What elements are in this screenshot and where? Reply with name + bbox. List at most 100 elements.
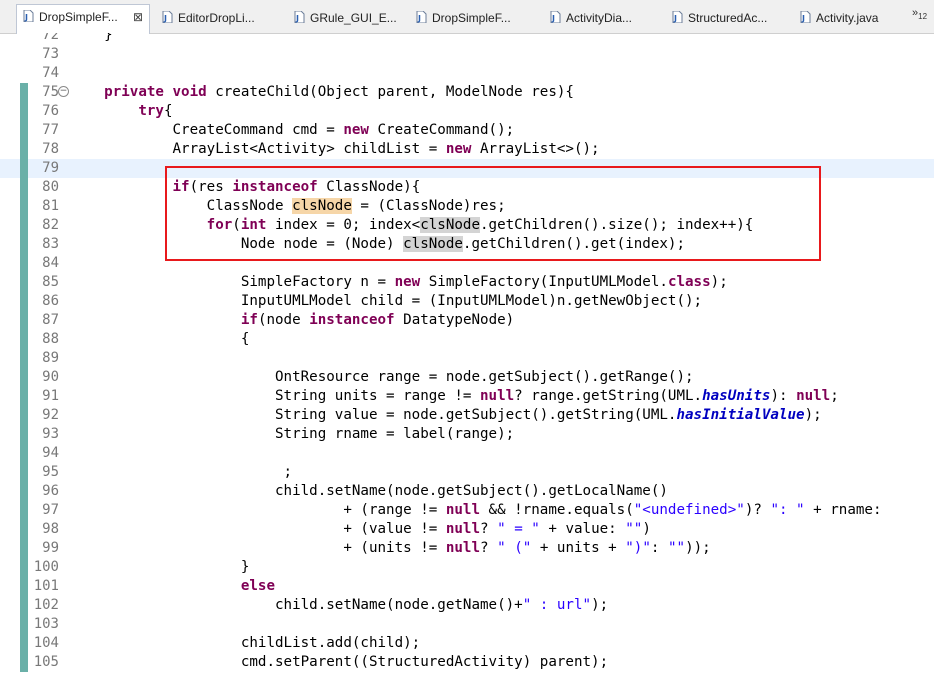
token-str: "<undefined>"	[633, 502, 745, 518]
token: :	[650, 540, 668, 556]
code-line[interactable]: 74	[0, 64, 934, 83]
change-marker	[20, 254, 28, 273]
code-line[interactable]: 72 }	[0, 33, 934, 45]
line-number: 80	[42, 179, 59, 195]
code-text[interactable]: + (value != null? " = " + value: "")	[70, 520, 651, 539]
change-marker	[20, 653, 28, 672]
token: {	[70, 331, 250, 347]
tab-overflow-button[interactable]: »12	[912, 7, 927, 21]
change-marker	[20, 330, 28, 349]
code-line[interactable]: 91 String units = range != null? range.g…	[0, 387, 934, 406]
code-text[interactable]: ArrayList<Activity> childList = new Arra…	[70, 140, 599, 159]
code-line[interactable]: 94	[0, 444, 934, 463]
line-number: 79	[42, 160, 59, 176]
change-marker	[20, 311, 28, 330]
tab-grule-gui-e[interactable]: J GRule_GUI_E...	[288, 6, 400, 30]
fold-toggle-icon[interactable]: −	[58, 86, 69, 97]
code-text[interactable]: String value = node.getSubject().getStri…	[70, 406, 822, 425]
code-text[interactable]: private void createChild(Object parent, …	[70, 83, 574, 102]
code-text[interactable]: SimpleFactory n = new SimpleFactory(Inpu…	[70, 273, 728, 292]
java-file-icon: J	[162, 11, 173, 23]
code-text[interactable]: OntResource range = node.getSubject().ge…	[70, 368, 694, 387]
code-line[interactable]: 101 else	[0, 577, 934, 596]
change-marker	[20, 121, 28, 140]
code-editor[interactable]: 72 } 73 74 75− private void createChild(Obj…	[0, 33, 934, 675]
token: + (units !=	[70, 540, 446, 556]
tab-label: ActivityDia...	[566, 11, 633, 25]
close-icon[interactable]: ⊠	[133, 6, 143, 28]
code-line[interactable]: 96 child.setName(node.getSubject().getLo…	[0, 482, 934, 501]
code-text[interactable]: }	[70, 33, 113, 45]
tab-editor-drop-li[interactable]: J EditorDropLi...	[156, 6, 278, 30]
token: ):	[770, 388, 797, 404]
code-text[interactable]: ;	[70, 463, 293, 482]
token: {	[163, 103, 173, 119]
code-line[interactable]: 73	[0, 45, 934, 64]
code-line[interactable]: 103	[0, 615, 934, 634]
line-number: 81	[42, 198, 59, 214]
code-line[interactable]: 93 String rname = label(range);	[0, 425, 934, 444]
code-line[interactable]: 95 ;	[0, 463, 934, 482]
line-number: 96	[42, 483, 59, 499]
code-text[interactable]: else	[70, 577, 275, 596]
code-line[interactable]: 87 if(node instanceof DatatypeNode)	[0, 311, 934, 330]
code-text[interactable]: {	[70, 330, 250, 349]
code-line[interactable]: 92 String value = node.getSubject().getS…	[0, 406, 934, 425]
code-text[interactable]: child.setName(node.getName()+" : url");	[70, 596, 608, 615]
code-line[interactable]: 90 OntResource range = node.getSubject()…	[0, 368, 934, 387]
token-kw: null	[480, 388, 515, 404]
code-line[interactable]: 89	[0, 349, 934, 368]
token: ?	[480, 521, 498, 537]
java-file-icon: J	[550, 11, 561, 23]
code-line[interactable]: 104 childList.add(child);	[0, 634, 934, 653]
code-text[interactable]: CreateCommand cmd = new CreateCommand();	[70, 121, 514, 140]
code-text[interactable]: try{	[70, 102, 173, 121]
token-cst: hasInitialValue	[676, 407, 805, 423]
code-line[interactable]: 77 CreateCommand cmd = new CreateCommand…	[0, 121, 934, 140]
tab-activity-dia[interactable]: J ActivityDia...	[544, 6, 656, 30]
code-text[interactable]: + (units != null? " (" + units + ")": ""…	[70, 539, 711, 558]
code-text[interactable]: cmd.setParent((StructuredActivity) paren…	[70, 653, 608, 672]
svg-text:J: J	[551, 14, 555, 23]
tab-drop-simple-f-2[interactable]: J DropSimpleF...	[410, 6, 530, 30]
token: ));	[685, 540, 711, 556]
line-number: 91	[42, 388, 59, 404]
tab-activity-java[interactable]: J Activity.java	[794, 6, 898, 30]
token-kw: class	[667, 274, 711, 290]
code-line[interactable]: 100 }	[0, 558, 934, 577]
code-text[interactable]: String units = range != null? range.getS…	[70, 387, 839, 406]
code-text[interactable]: childList.add(child);	[70, 634, 420, 653]
change-marker	[20, 501, 28, 520]
tab-label: GRule_GUI_E...	[310, 11, 397, 25]
line-number: 97	[42, 502, 59, 518]
code-line[interactable]: 88 {	[0, 330, 934, 349]
tab-structured-ac[interactable]: J StructuredAc...	[666, 6, 784, 30]
code-line[interactable]: 75− private void createChild(Object pare…	[0, 83, 934, 102]
line-number: 72	[42, 33, 59, 43]
code-line[interactable]: 85 SimpleFactory n = new SimpleFactory(I…	[0, 273, 934, 292]
token-kw: instanceof	[309, 312, 395, 328]
code-line[interactable]: 86 InputUMLModel child = (InputUMLModel)…	[0, 292, 934, 311]
change-marker	[20, 463, 28, 482]
code-text[interactable]: InputUMLModel child = (InputUMLModel)n.g…	[70, 292, 702, 311]
code-text[interactable]: if(node instanceof DatatypeNode)	[70, 311, 514, 330]
code-text[interactable]: }	[70, 558, 250, 577]
code-line[interactable]: 78 ArrayList<Activity> childList = new A…	[0, 140, 934, 159]
code-line[interactable]: 99 + (units != null? " (" + units + ")":…	[0, 539, 934, 558]
token: );	[710, 274, 728, 290]
token-cst: hasUnits	[702, 388, 771, 404]
code-line[interactable]: 97 + (range != null && !rname.equals("<u…	[0, 501, 934, 520]
code-text[interactable]: child.setName(node.getSubject().getLocal…	[70, 482, 668, 501]
token: )	[642, 521, 651, 537]
code-line[interactable]: 76 try{	[0, 102, 934, 121]
code-line[interactable]: 105 cmd.setParent((StructuredActivity) p…	[0, 653, 934, 672]
code-line[interactable]: 102 child.setName(node.getName()+" : url…	[0, 596, 934, 615]
change-marker	[20, 596, 28, 615]
code-text[interactable]: + (range != null && !rname.equals("<unde…	[70, 501, 881, 520]
tab-drop-simple-f-1[interactable]: J DropSimpleF... ⊠	[16, 4, 150, 34]
code-line[interactable]: 98 + (value != null? " = " + value: "")	[0, 520, 934, 539]
line-number: 78	[42, 141, 59, 157]
code-text[interactable]: String rname = label(range);	[70, 425, 514, 444]
change-marker	[20, 444, 28, 463]
